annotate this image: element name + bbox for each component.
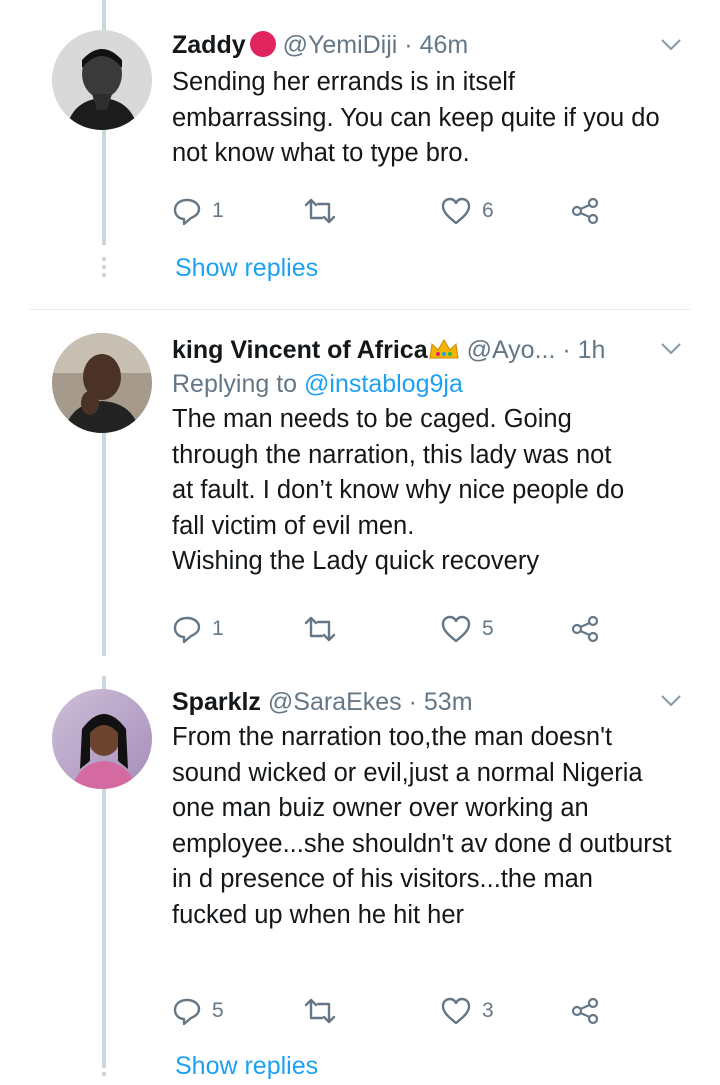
tweet-actions: 1 6: [172, 191, 612, 231]
reply-icon: [173, 198, 201, 226]
replying-to: Replying to @instablog9ja: [172, 367, 680, 401]
reply-count: 1: [212, 617, 224, 640]
retweet-icon: [304, 998, 336, 1024]
share-icon: [571, 615, 599, 643]
divider: [30, 309, 690, 310]
tweet-text-line: Wishing the Lady quick recovery: [172, 547, 540, 575]
like-icon: [441, 197, 471, 225]
show-replies-link[interactable]: Show replies: [175, 1052, 318, 1081]
author-name[interactable]: Zaddy: [172, 31, 246, 59]
like-button[interactable]: 5: [440, 609, 494, 649]
retweet-button[interactable]: [302, 991, 338, 1031]
reply-button[interactable]: 5: [172, 991, 224, 1031]
tweet-time[interactable]: 46m: [420, 31, 469, 59]
retweet-icon: [304, 616, 336, 642]
thread-dots: [102, 1056, 106, 1080]
replying-to-link[interactable]: @instablog9ja: [304, 370, 463, 398]
chevron-down-icon[interactable]: [660, 694, 682, 708]
tweet-text-line: fall victim of evil men.: [172, 511, 415, 540]
tweet-header: king Vincent of Africa @Ayo... · 1h: [172, 333, 680, 367]
reply-icon: [173, 616, 201, 644]
tweet-actions: 1 5: [172, 609, 612, 649]
like-button[interactable]: 3: [440, 991, 494, 1031]
tweet-time[interactable]: 53m: [424, 688, 473, 716]
author-name[interactable]: Sparklz: [172, 688, 261, 716]
separator-dot: ·: [562, 336, 571, 364]
tweet-text-line: at fault. I don’t know why nice people d…: [172, 476, 625, 504]
tweet-text: From the narration too,the man doesn't s…: [172, 723, 672, 929]
share-button[interactable]: [569, 191, 601, 231]
chevron-down-icon[interactable]: [660, 342, 682, 356]
like-button[interactable]: 6: [440, 191, 494, 231]
tweet-header: Zaddy @YemiDiji · 46m: [172, 28, 680, 62]
like-icon: [441, 997, 471, 1025]
tweet-body: Sparklz @SaraEkes · 53m From the narrati…: [172, 685, 680, 933]
share-button[interactable]: [569, 991, 601, 1031]
retweet-button[interactable]: [302, 609, 338, 649]
author-handle[interactable]: @Ayo...: [467, 336, 556, 364]
replying-to-prefix: Replying to: [172, 370, 305, 398]
tweet-time[interactable]: 1h: [578, 336, 606, 364]
tweet-header: Sparklz @SaraEkes · 53m: [172, 685, 680, 719]
crown-icon: [429, 339, 459, 359]
reply-icon: [173, 998, 201, 1026]
chevron-down-icon[interactable]: [660, 38, 682, 52]
retweet-icon: [304, 198, 336, 224]
like-count: 3: [482, 999, 494, 1022]
retweet-button[interactable]: [302, 191, 338, 231]
tweet-text: The man needs to be caged. Going through…: [172, 402, 680, 580]
separator-dot: ·: [408, 688, 417, 716]
tweet-body: king Vincent of Africa @Ayo... · 1h Repl…: [172, 333, 680, 580]
tweet-actions: 5 3: [172, 991, 612, 1031]
tweet-text: Sending her errands is in itself embarra…: [172, 68, 660, 167]
like-count: 6: [482, 199, 494, 222]
author-handle[interactable]: @YemiDiji: [283, 31, 398, 59]
thread-dots: [102, 257, 106, 281]
share-icon: [571, 197, 599, 225]
red-circle-badge-icon: [249, 31, 276, 57]
like-icon: [441, 615, 471, 643]
reply-button[interactable]: 1: [172, 609, 224, 649]
reply-count: 5: [212, 999, 224, 1022]
tweet-text-line: The man needs to be caged. Going: [172, 405, 572, 433]
tweet-body: Zaddy @YemiDiji · 46m Sending her errand…: [172, 28, 680, 172]
reply-count: 1: [212, 199, 224, 222]
reply-button[interactable]: 1: [172, 191, 224, 231]
separator-dot: ·: [404, 31, 413, 59]
author-name[interactable]: king Vincent of Africa: [172, 336, 428, 364]
share-button[interactable]: [569, 609, 601, 649]
tweet-text-line: through the narration, this lady was not: [172, 440, 612, 469]
thread-line: [102, 430, 106, 656]
avatar[interactable]: [52, 30, 152, 130]
author-handle[interactable]: @SaraEkes: [268, 688, 402, 716]
like-count: 5: [482, 617, 494, 640]
show-replies-link[interactable]: Show replies: [175, 254, 318, 283]
avatar[interactable]: [52, 689, 152, 789]
avatar[interactable]: [52, 333, 152, 433]
share-icon: [571, 997, 599, 1025]
